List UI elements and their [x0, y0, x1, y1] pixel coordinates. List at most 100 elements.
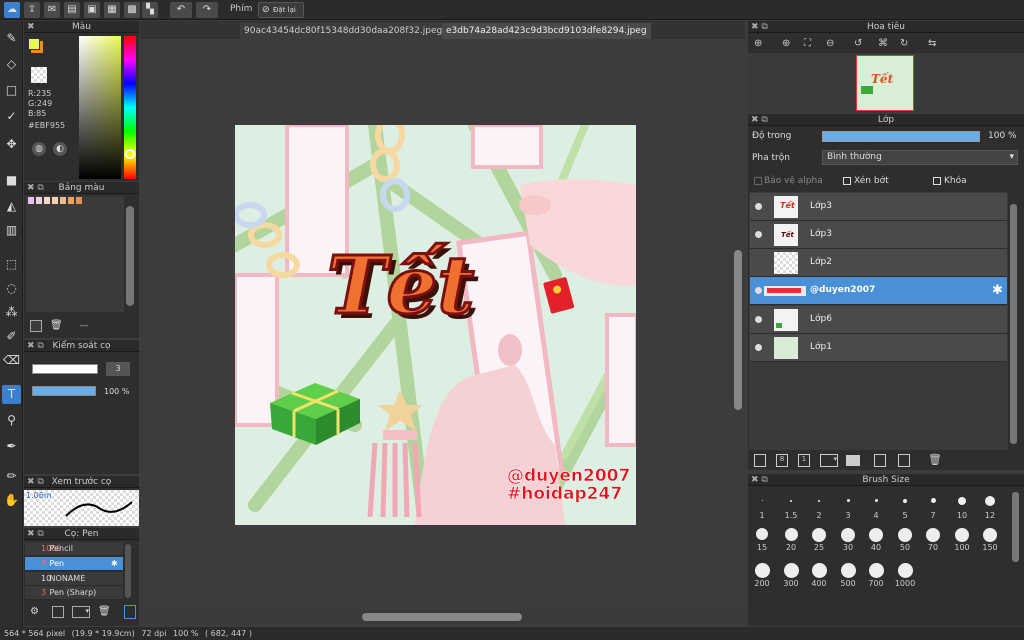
brush-tool-icon[interactable]: ✎: [2, 29, 21, 48]
bucket-tool-icon[interactable]: ◭: [2, 197, 21, 216]
rect-select-icon[interactable]: □: [2, 81, 21, 100]
zoom-out-icon[interactable]: ⊖: [826, 38, 834, 49]
size-option[interactable]: 500: [834, 563, 862, 588]
select-pen-icon[interactable]: ✐: [2, 327, 21, 346]
brush-new-icon[interactable]: [52, 606, 64, 618]
size-option[interactable]: 30: [834, 528, 862, 552]
size-option[interactable]: 50: [891, 528, 919, 552]
size-slider[interactable]: [32, 364, 98, 374]
size-option[interactable]: 20: [777, 528, 805, 552]
brush-row-selected[interactable]: 3 Pen ✱: [25, 557, 123, 571]
check-icon[interactable]: ✓: [2, 107, 21, 126]
palette-swatch[interactable]: [68, 197, 74, 204]
close-icon[interactable]: ✖ ⧉: [27, 528, 44, 540]
color-mix-icon[interactable]: ◐: [53, 142, 67, 156]
undo-icon[interactable]: ↶: [170, 2, 192, 18]
size-option[interactable]: 300: [777, 563, 805, 588]
hue-handle[interactable]: [125, 149, 135, 159]
hand-tool-icon[interactable]: ✋: [2, 491, 21, 510]
close-icon[interactable]: ✖ ⧉: [27, 340, 44, 352]
window-icon[interactable]: ▚: [142, 2, 158, 18]
close-icon[interactable]: ✖: [27, 21, 35, 33]
size-option[interactable]: 15: [748, 528, 776, 552]
trash-icon[interactable]: 🗑: [50, 320, 63, 332]
fill-rect-icon[interactable]: ■: [2, 171, 21, 190]
close-icon[interactable]: ✖ ⧉: [27, 182, 44, 194]
size-option[interactable]: 150: [976, 528, 1004, 552]
transparent-swatch[interactable]: [31, 67, 47, 83]
redo-icon[interactable]: ↷: [196, 2, 218, 18]
new-palette-icon[interactable]: [30, 320, 42, 332]
canvas[interactable]: Tết @duyen2007 #hoidap247: [235, 125, 636, 525]
pen-tool-icon[interactable]: ✏: [2, 467, 21, 486]
palette-swatch[interactable]: [36, 197, 42, 204]
add-layer-menu-icon[interactable]: ▾: [820, 454, 838, 467]
tab-document-1[interactable]: 90ac43454dc80f15348dd30daa208f32.jpeg: [240, 23, 447, 39]
move-tool-icon[interactable]: ✥: [2, 135, 21, 154]
gradient-tool-icon[interactable]: ▥: [2, 221, 21, 240]
layer-row[interactable]: Lớp6: [750, 306, 1007, 334]
size-option[interactable]: 200: [748, 563, 776, 588]
nav-zoom-in-icon[interactable]: ⊕: [754, 38, 762, 49]
clipping-checkbox[interactable]: [843, 177, 851, 185]
gear-icon[interactable]: ✱: [992, 283, 1003, 298]
close-icon[interactable]: ✖ ⧉: [27, 476, 44, 488]
lock-checkbox[interactable]: [933, 177, 941, 185]
folder-icon[interactable]: [846, 455, 860, 466]
palette-swatch[interactable]: [60, 197, 66, 204]
eraser-tool-icon[interactable]: ◇: [2, 55, 21, 74]
rotate-left-icon[interactable]: ↺: [854, 38, 862, 49]
size-option[interactable]: 40: [862, 528, 890, 552]
palette-swatch[interactable]: [52, 197, 58, 204]
delete-layer-icon[interactable]: 🗑: [928, 453, 942, 466]
size-option[interactable]: 25: [805, 528, 833, 552]
menu-icon[interactable]: ▤: [64, 2, 80, 18]
palette-scrollbar[interactable]: [126, 206, 134, 306]
flip-icon[interactable]: ⇆: [928, 38, 936, 49]
share-icon[interactable]: ⇪: [24, 2, 40, 18]
brush-trash-icon[interactable]: 🗑: [98, 606, 111, 618]
v-scrollbar[interactable]: [734, 250, 742, 410]
size-option[interactable]: 1: [748, 496, 776, 520]
visible-icon[interactable]: [755, 203, 762, 210]
layers-icon[interactable]: ▦: [104, 2, 120, 18]
protect-alpha-checkbox[interactable]: [754, 177, 762, 185]
size-option[interactable]: 700: [862, 563, 890, 588]
brush-row[interactable]: 3 Pen (Sharp): [25, 586, 123, 600]
grid-icon[interactable]: ▩: [124, 2, 140, 18]
reset-view-icon[interactable]: ⌘: [878, 38, 888, 49]
new-layer-1bit-icon[interactable]: 1: [798, 454, 810, 467]
merge-layer-icon[interactable]: [898, 454, 910, 467]
size-option[interactable]: 100: [948, 528, 976, 552]
cloud-icon[interactable]: ☁: [4, 2, 20, 18]
size-option[interactable]: 3: [834, 496, 862, 520]
close-icon[interactable]: ✖ ⧉: [751, 474, 768, 486]
size-option[interactable]: 1000: [891, 563, 919, 588]
visible-icon[interactable]: [755, 316, 762, 323]
visible-icon[interactable]: [755, 344, 762, 351]
layer-row[interactable]: Tết Lớp3: [750, 193, 1007, 221]
size-option[interactable]: 5: [891, 496, 919, 520]
magic-wand-icon[interactable]: ⁂: [2, 303, 21, 322]
document-icon[interactable]: ▣: [84, 2, 100, 18]
layer-row[interactable]: Lớp2: [750, 249, 1007, 277]
layer-opacity-slider[interactable]: [822, 131, 980, 142]
brush-lock-icon[interactable]: [124, 605, 136, 619]
fg-color-swatch[interactable]: [28, 38, 40, 50]
brush-size-scrollbar[interactable]: [1012, 492, 1019, 562]
new-layer-icon[interactable]: [754, 454, 766, 467]
palette-swatch[interactable]: [28, 197, 34, 204]
layer-scrollbar[interactable]: [1010, 204, 1017, 444]
lasso-tool-icon[interactable]: ◌: [2, 279, 21, 298]
layer-row[interactable]: Tết Lớp3: [750, 221, 1007, 249]
gear-icon[interactable]: ✱: [111, 557, 118, 571]
size-option[interactable]: 4: [862, 496, 890, 520]
select-eraser-icon[interactable]: ⌫: [2, 351, 21, 370]
size-option[interactable]: 7: [919, 496, 947, 520]
h-scrollbar[interactable]: [362, 613, 522, 621]
size-option[interactable]: 12: [976, 496, 1004, 520]
fit-icon[interactable]: ⛶: [804, 38, 811, 49]
palette-icon[interactable]: ◍: [32, 142, 46, 156]
palette-swatch[interactable]: [44, 197, 50, 204]
layer-row-selected[interactable]: @duyen2007 ✱: [750, 277, 1007, 305]
